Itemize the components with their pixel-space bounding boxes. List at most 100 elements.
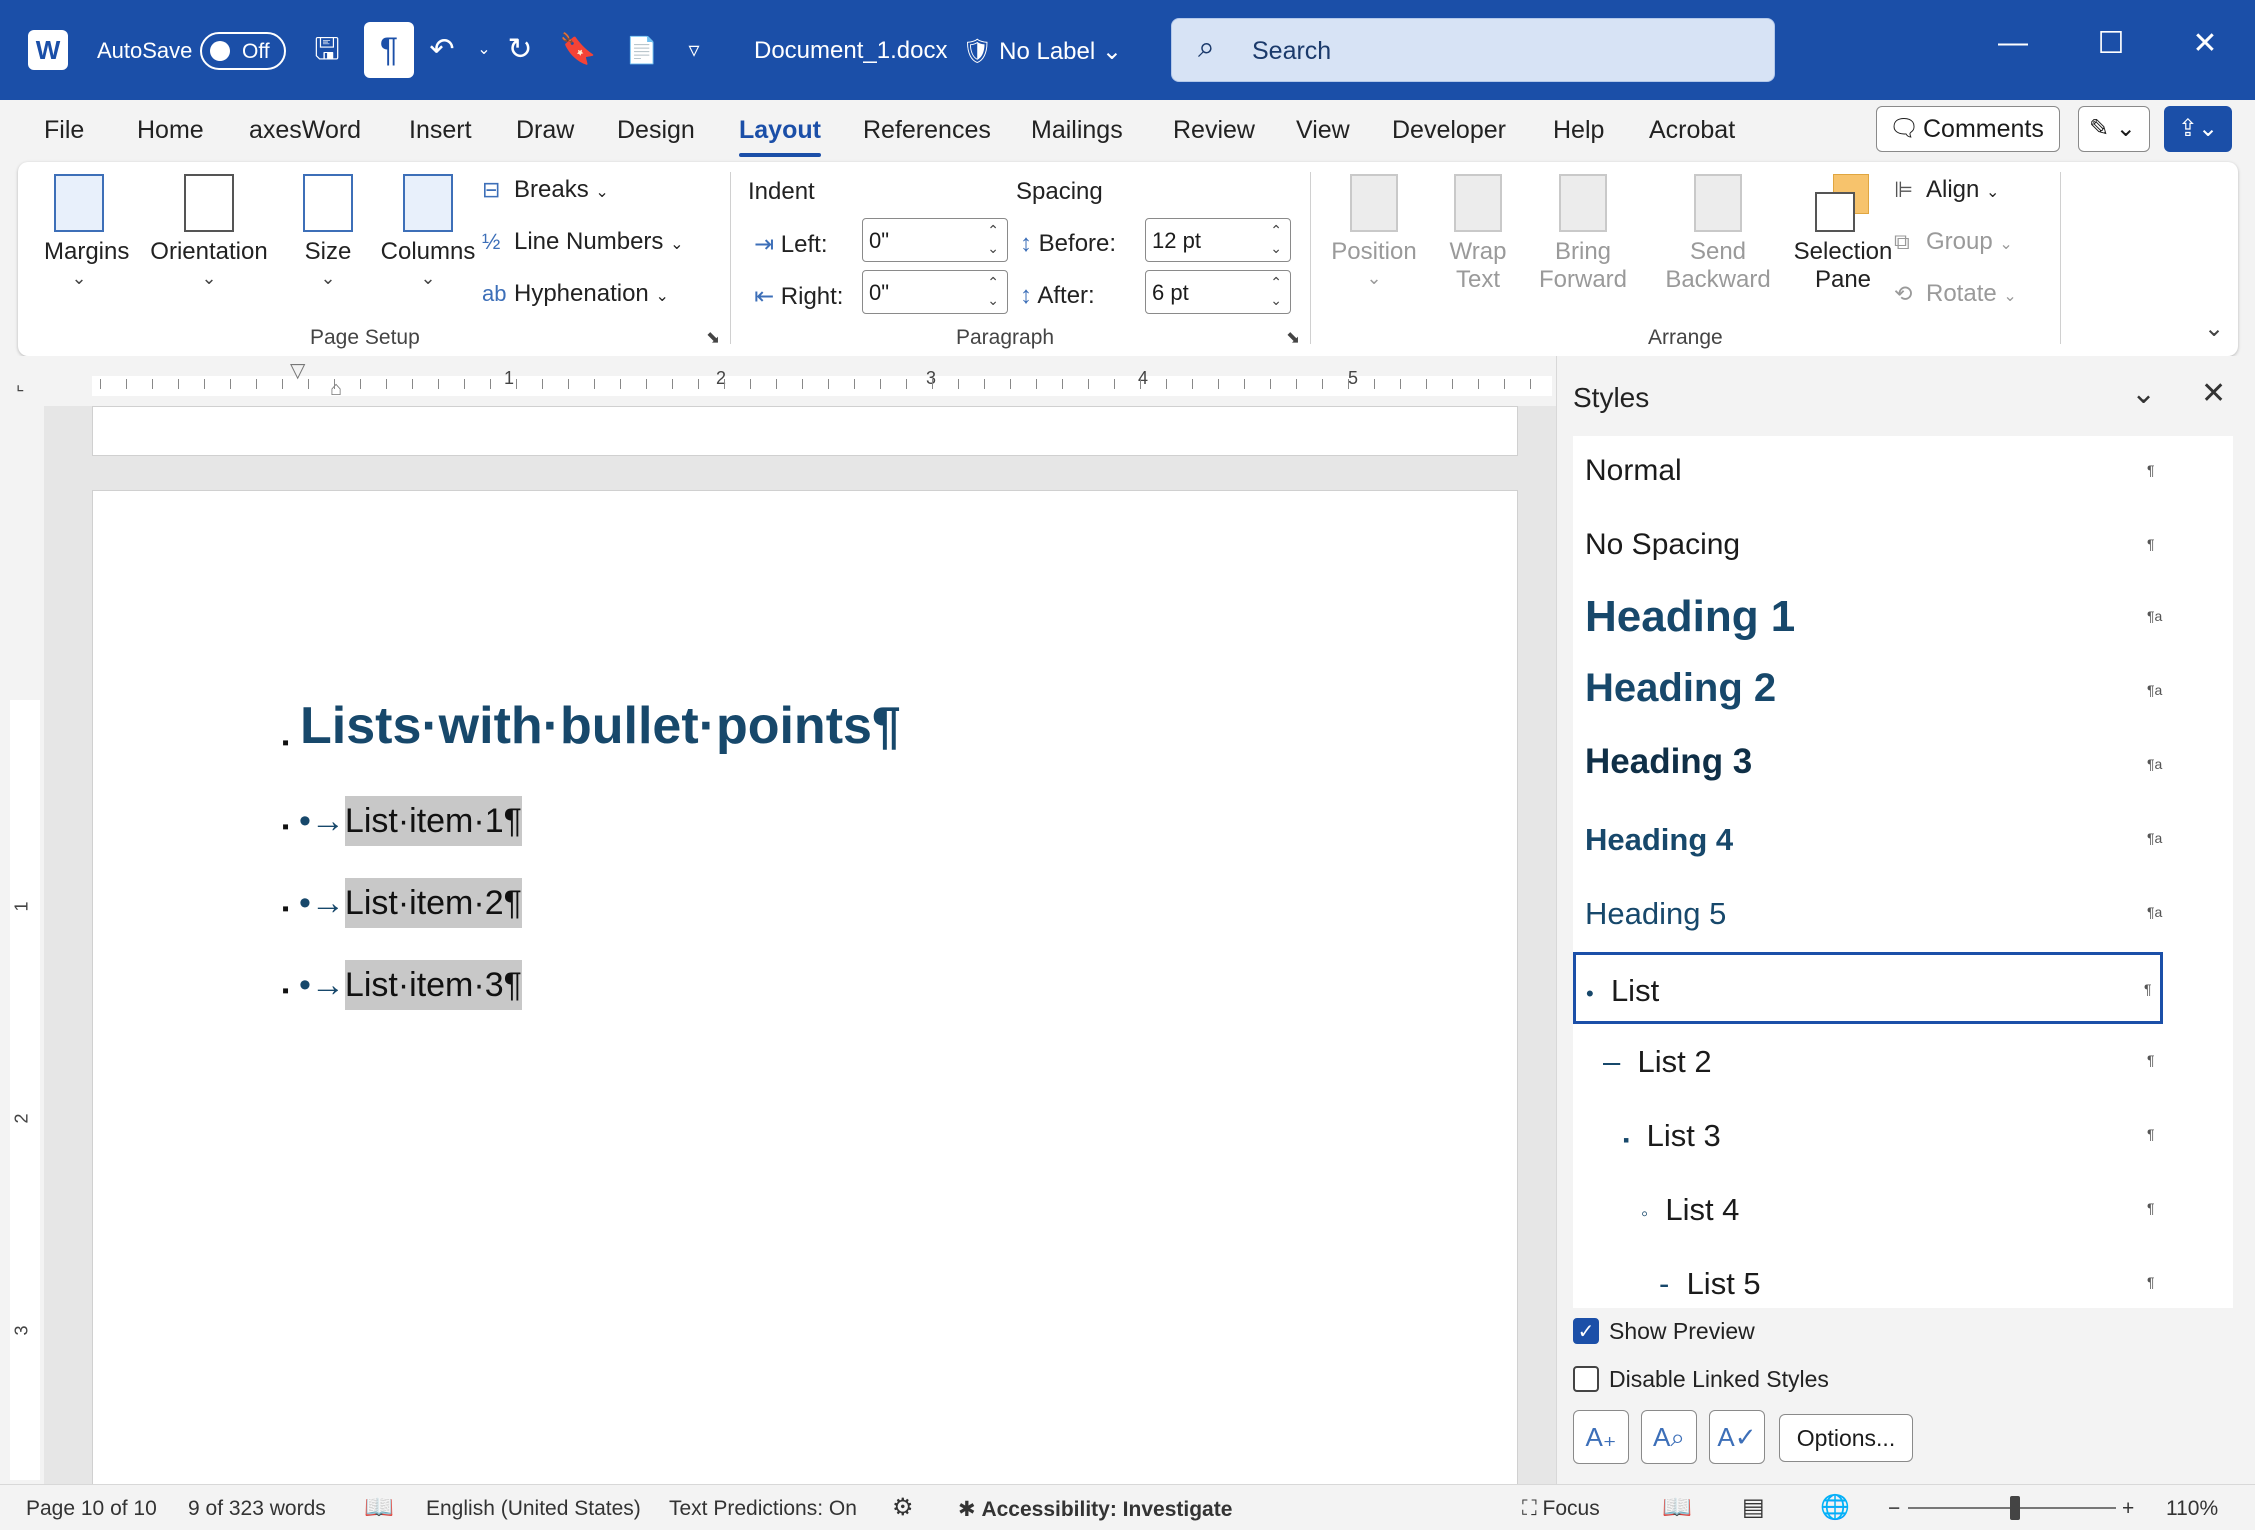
tab-view[interactable]: View: [1296, 116, 1350, 145]
tab-layout[interactable]: Layout: [739, 116, 821, 157]
hanging-indent-marker[interactable]: ⌂: [330, 378, 342, 401]
redo-icon[interactable]: ↻: [498, 28, 542, 72]
paragraph-launcher-icon[interactable]: ⬊: [1286, 328, 1300, 348]
orientation-button[interactable]: Orientation ⌄: [146, 174, 272, 289]
spacing-after-field[interactable]: 6 pt ⌃ ⌄: [1145, 270, 1291, 314]
spin-arrows-icon[interactable]: ⌃ ⌄: [987, 221, 999, 257]
page-setup-launcher-icon[interactable]: ⬊: [706, 328, 720, 348]
selection-pane-button[interactable]: Selection Pane: [1778, 174, 1908, 294]
read-mode-icon[interactable]: 📖: [1662, 1493, 1692, 1522]
zoom-slider-handle[interactable]: [2010, 1496, 2020, 1520]
proofing-icon[interactable]: 📖: [364, 1493, 394, 1522]
group-button[interactable]: ⧉ Group ⌄: [1894, 228, 2013, 256]
list-item[interactable]: •→List·item·2¶: [299, 878, 522, 928]
rotate-button[interactable]: ⟲ Rotate ⌄: [1894, 280, 2017, 308]
collapse-ribbon-icon[interactable]: ⌄: [2204, 314, 2224, 343]
tab-acrobat[interactable]: Acrobat: [1649, 116, 1735, 145]
options-button[interactable]: Options...: [1779, 1414, 1913, 1462]
align-button[interactable]: ⊫ Align ⌄: [1894, 176, 1999, 204]
print-layout-icon[interactable]: ▤: [1742, 1493, 1765, 1522]
pane-options-chevron-icon[interactable]: ⌄: [2131, 376, 2156, 411]
editing-mode-button[interactable]: ✎ ⌄: [2078, 106, 2150, 152]
bring-forward-button[interactable]: Bring Forward: [1518, 174, 1648, 294]
document-title[interactable]: Document_1.docx: [754, 37, 947, 65]
comments-button[interactable]: 🗨 Comments: [1876, 106, 2060, 152]
web-layout-icon[interactable]: 🌐: [1820, 1493, 1850, 1522]
document-heading[interactable]: Lists·with·bullet·points¶: [300, 696, 901, 756]
bookmark-icon[interactable]: 🔖: [556, 28, 600, 72]
accessibility-status[interactable]: ✱ Accessibility: Investigate: [958, 1497, 1232, 1522]
zoom-level[interactable]: 110%: [2166, 1497, 2218, 1521]
size-button[interactable]: Size ⌄: [294, 174, 362, 289]
spin-arrows-icon[interactable]: ⌃ ⌄: [1270, 221, 1282, 257]
breaks-button[interactable]: ⊟ Breaks ⌄: [482, 176, 609, 204]
send-backward-button[interactable]: Send Backward: [1648, 174, 1788, 294]
first-line-indent-marker[interactable]: ▽: [290, 358, 305, 383]
list-item[interactable]: •→List·item·3¶: [299, 960, 522, 1010]
pane-close-icon[interactable]: ✕: [2201, 376, 2226, 411]
disable-linked-styles-checkbox[interactable]: [1573, 1366, 1599, 1392]
style-item-heading-1[interactable]: Heading 1 ¶a: [1573, 582, 2163, 654]
share-button[interactable]: ⇪⌄: [2164, 106, 2232, 152]
style-item-heading-5[interactable]: Heading 5 ¶a: [1573, 878, 2163, 950]
text-predictions[interactable]: Text Predictions: On: [669, 1497, 857, 1521]
save-icon[interactable]: 🖫: [305, 28, 349, 72]
word-count[interactable]: 9 of 323 words: [188, 1497, 326, 1521]
manage-styles-icon[interactable]: A✓: [1709, 1410, 1765, 1464]
document-check-icon[interactable]: 📄: [620, 28, 664, 72]
focus-button[interactable]: ⛶ Focus: [1522, 1497, 1600, 1521]
tab-help[interactable]: Help: [1553, 116, 1604, 145]
tab-draw[interactable]: Draw: [516, 116, 574, 145]
columns-button[interactable]: Columns ⌄: [368, 174, 488, 289]
indent-right-field[interactable]: 0" ⌃ ⌄: [862, 270, 1008, 314]
customize-toolbar-icon[interactable]: ▿: [672, 28, 716, 72]
style-item-list-4[interactable]: ◦ List 4 ¶: [1573, 1174, 2163, 1246]
minimize-button[interactable]: —: [1988, 26, 2038, 60]
tab-developer[interactable]: Developer: [1392, 116, 1506, 145]
show-preview-checkbox[interactable]: ✓: [1573, 1318, 1599, 1344]
tab-home[interactable]: Home: [137, 116, 204, 145]
style-item-list[interactable]: • List ¶: [1573, 952, 2163, 1024]
tab-mailings[interactable]: Mailings: [1031, 116, 1123, 145]
zoom-in-button[interactable]: +: [2122, 1497, 2134, 1521]
tab-selector-icon[interactable]: ⌞: [16, 374, 24, 395]
hyphenation-button[interactable]: ab Hyphenation ⌄: [482, 280, 669, 308]
spin-arrows-icon[interactable]: ⌃ ⌄: [1270, 273, 1282, 309]
tab-review[interactable]: Review: [1173, 116, 1255, 145]
style-item-normal[interactable]: Normal ¶: [1573, 436, 2163, 508]
margins-button[interactable]: Margins ⌄: [44, 174, 129, 289]
tab-insert[interactable]: Insert: [409, 116, 472, 145]
maximize-button[interactable]: ☐: [2086, 26, 2136, 61]
autosave-toggle[interactable]: Off: [200, 32, 286, 70]
language[interactable]: English (United States): [426, 1497, 641, 1521]
page-count[interactable]: Page 10 of 10: [26, 1497, 157, 1521]
list-item[interactable]: •→List·item·1¶: [299, 796, 522, 846]
tab-design[interactable]: Design: [617, 116, 695, 145]
style-item-list-3[interactable]: ▪ List 3 ¶: [1573, 1100, 2163, 1172]
close-button[interactable]: ✕: [2180, 26, 2230, 61]
indent-left-field[interactable]: 0" ⌃ ⌄: [862, 218, 1008, 262]
style-item-heading-4[interactable]: Heading 4 ¶a: [1573, 804, 2163, 876]
tab-file[interactable]: File: [44, 116, 84, 145]
spacing-before-field[interactable]: 12 pt ⌃ ⌄: [1145, 218, 1291, 262]
style-item-no-spacing[interactable]: No Spacing ¶: [1573, 510, 2163, 582]
line-numbers-button[interactable]: ½ Line Numbers ⌄: [482, 228, 683, 256]
search-input[interactable]: ⌕ Search: [1171, 18, 1775, 82]
spin-arrows-icon[interactable]: ⌃ ⌄: [987, 273, 999, 309]
sensitivity-label[interactable]: 🛡 No Label ⌄: [962, 37, 1122, 66]
new-style-icon[interactable]: A₊: [1573, 1410, 1629, 1464]
undo-icon[interactable]: ↶: [420, 28, 464, 72]
wrap-text-button[interactable]: Wrap Text: [1428, 174, 1528, 294]
show-formatting-button[interactable]: ¶: [364, 22, 414, 78]
zoom-out-button[interactable]: −: [1888, 1497, 1900, 1521]
style-item-heading-3[interactable]: Heading 3 ¶a: [1573, 730, 2163, 802]
style-item-list-2[interactable]: – List 2 ¶: [1573, 1026, 2163, 1098]
style-item-heading-2[interactable]: Heading 2 ¶a: [1573, 656, 2163, 728]
style-inspector-icon[interactable]: A⌕: [1641, 1410, 1697, 1464]
tab-axesword[interactable]: axesWord: [249, 116, 361, 145]
tab-references[interactable]: References: [863, 116, 991, 145]
style-item-list-5[interactable]: - List 5 ¶: [1573, 1248, 2163, 1308]
position-button[interactable]: Position ⌄: [1324, 174, 1424, 289]
display-settings-icon[interactable]: ⚙: [892, 1493, 914, 1522]
document-area[interactable]: ▪ Lists·with·bullet·points¶ ▪ •→List·ite…: [44, 406, 1556, 1484]
